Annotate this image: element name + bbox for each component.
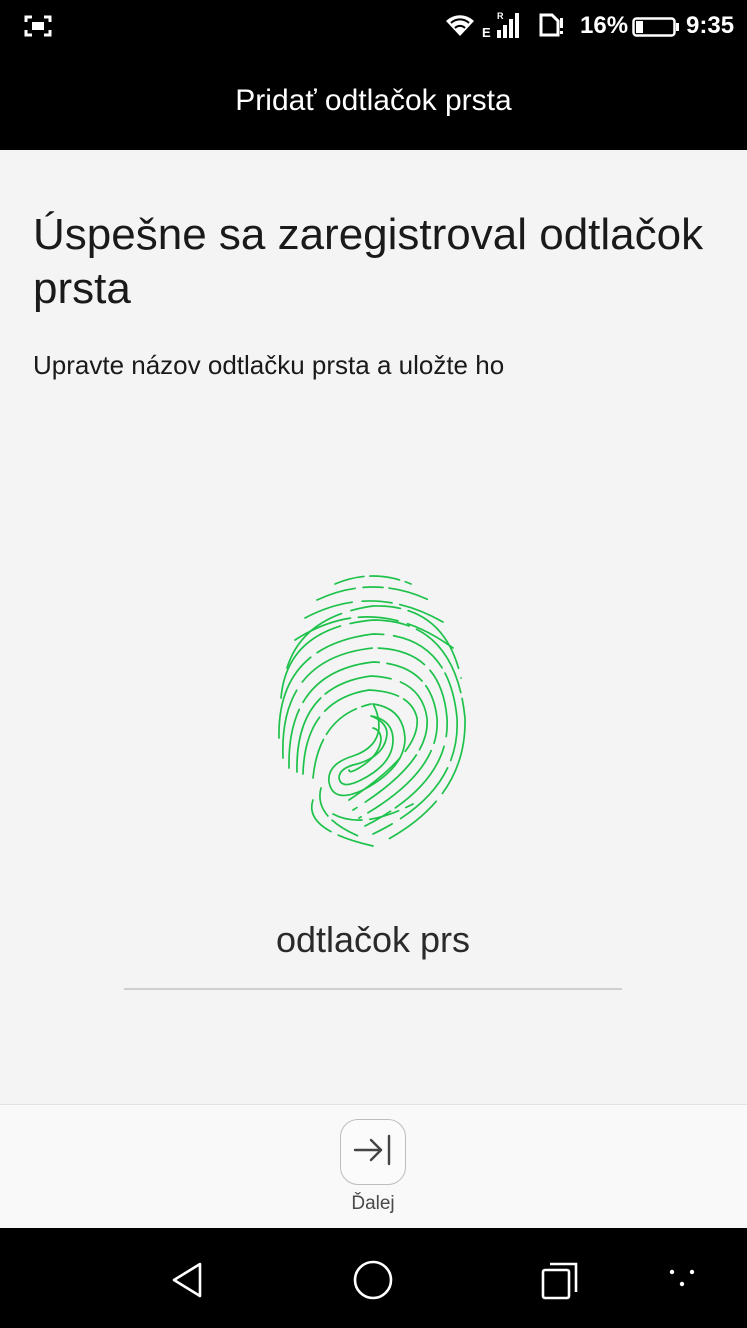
action-bar: Ďalej <box>0 1104 747 1228</box>
arrow-to-end-icon <box>351 1132 395 1173</box>
title-bar: Pridať odtlačok prsta <box>0 52 747 150</box>
roaming-label: R <box>497 11 504 21</box>
status-bar: E R 16% 9:35 <box>0 0 747 52</box>
instruction-text: Upravte názov odtlačku prsta a uložte ho <box>33 350 505 380</box>
home-icon[interactable] <box>350 1258 396 1309</box>
next-button-label[interactable]: Ďalej <box>300 1193 446 1215</box>
network-type-label: E <box>482 25 491 40</box>
recent-apps-icon[interactable] <box>538 1258 582 1307</box>
battery-icon <box>632 17 680 42</box>
fingerprint-icon <box>273 568 473 855</box>
screenshot-icon <box>24 14 52 43</box>
sim-icon <box>538 12 564 43</box>
more-icon[interactable] <box>664 1264 700 1297</box>
next-button[interactable] <box>340 1119 406 1185</box>
clock: 9:35 <box>686 12 735 39</box>
back-icon[interactable] <box>166 1258 210 1307</box>
page-title: Pridať odtlačok prsta <box>235 84 512 117</box>
wifi-icon <box>444 12 476 43</box>
navigation-bar <box>0 1228 747 1328</box>
battery-percent: 16% <box>580 12 629 39</box>
input-underline <box>124 988 622 990</box>
fingerprint-name-field[interactable] <box>124 910 622 990</box>
fingerprint-name-input[interactable] <box>124 910 622 970</box>
signal-icon: E R <box>482 10 526 45</box>
success-heading: Úspešne sa zaregistroval odtlačok prsta <box>33 210 704 313</box>
